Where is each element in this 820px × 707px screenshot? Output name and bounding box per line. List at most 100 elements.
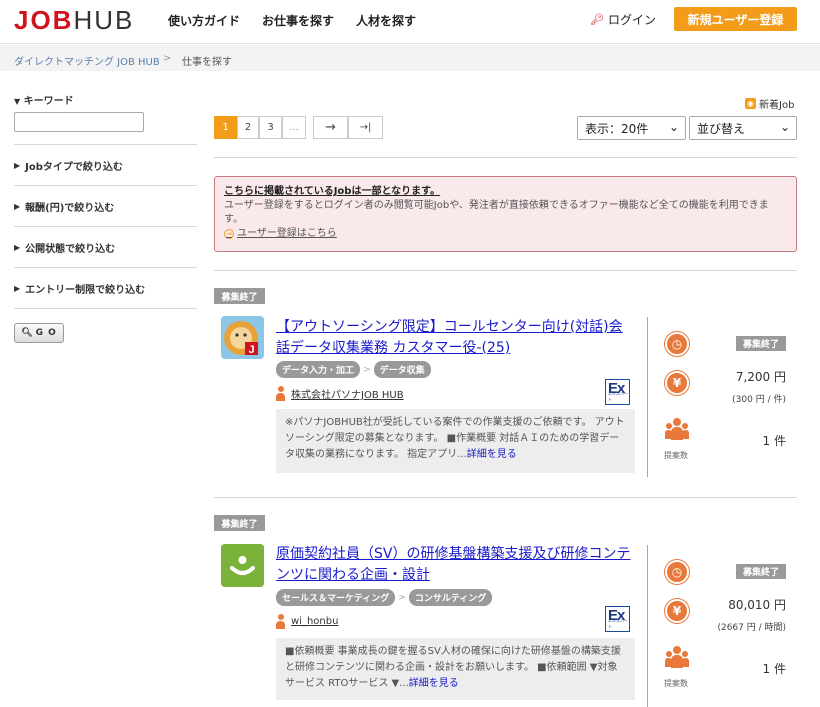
job-tags: セールス＆マーケティング > コンサルティング (276, 589, 493, 606)
display-count-select[interactable]: 表示：20件 ⌄ (577, 116, 686, 140)
tag[interactable]: セールス＆マーケティング (276, 589, 396, 606)
breadcrumb-home[interactable]: ダイレクトマッチング JOB HUB (14, 53, 160, 68)
jobhub-logo[interactable]: JOBHUB (14, 6, 134, 34)
divider (647, 317, 648, 477)
filter-label: 公開状態で絞り込む (25, 243, 116, 255)
triangle-right-icon: ▶ (14, 283, 21, 293)
company-link[interactable]: 株式会社パソナJOB HUB (276, 386, 404, 401)
ex-badge-caption: エキスパート (608, 391, 628, 402)
notice-title: こちらに掲載されているJobは一部となります。 (224, 186, 441, 197)
filter-label: Jobタイプで絞り込む (25, 161, 123, 173)
page-1-button[interactable]: 1 (214, 116, 237, 139)
notice-body: ユーザー登録をするとログイン者のみ閲覧可能Jobや、発注者が直接依頼できるオファ… (224, 200, 769, 225)
job-price: 7,200 円 (735, 370, 786, 384)
go-label: G O (35, 328, 57, 338)
job-description: ■依頼概要 事業成長の鍵を握るSV人材の確保に向けた研修基盤の構築支援と研修コン… (276, 638, 635, 700)
tag-separator: > (398, 592, 406, 603)
keyword-title[interactable]: ▼ キーワード (14, 92, 197, 107)
filter-reward[interactable]: ▶ 報酬(円)で絞り込む (14, 185, 197, 226)
divider (214, 270, 797, 271)
person-icon (276, 386, 285, 401)
rss-icon: ◉ (745, 98, 756, 109)
filter-label: 報酬(円)で絞り込む (25, 202, 115, 214)
company-link[interactable]: wi_honbu (276, 614, 338, 629)
next-page-button[interactable]: → (313, 116, 348, 139)
company-avatar[interactable]: J (221, 316, 264, 359)
keyword-input[interactable] (14, 112, 144, 132)
triangle-down-icon: ▼ (14, 97, 21, 106)
triangle-right-icon: ▶ (14, 160, 21, 170)
keyword-title-label: キーワード (23, 96, 74, 107)
company-name: wi_honbu (291, 616, 339, 627)
divider (214, 497, 797, 498)
breadcrumb-current: 仕事を探す (182, 57, 232, 68)
page-2-button[interactable]: 2 (237, 116, 259, 139)
smile-logo-icon (221, 544, 264, 587)
login-link[interactable]: 🔑︎ ログイン (590, 11, 656, 28)
tag[interactable]: コンサルティング (408, 589, 493, 606)
svg-text:J: J (249, 344, 255, 356)
more-link[interactable]: 詳細を見る (409, 678, 459, 689)
key-icon: 🔑︎ (590, 13, 604, 26)
proposals-label: 提案数 (664, 679, 688, 688)
register-link[interactable]: → ユーザー登録はこちら (224, 227, 787, 241)
logo-main-text: JOB (14, 5, 74, 35)
rss-link[interactable]: ◉ 新着Job (745, 96, 794, 111)
ex-badge-caption: エキスパート (608, 618, 628, 629)
people-icon (665, 646, 689, 668)
login-notice: こちらに掲載されているJobは一部となります。 ユーザー登録をするとログイン者の… (214, 176, 797, 252)
triangle-right-icon: ▶ (14, 201, 21, 211)
arrow-circle-icon: → (224, 229, 234, 239)
yen-icon: ¥ (665, 371, 689, 395)
job-price: 80,010 円 (728, 598, 786, 612)
triangle-right-icon: ▶ (14, 242, 21, 252)
logo-sub-text: HUB (73, 5, 135, 35)
description-text: ※パソナJOBHUB社が受託している案件での作業支援のご依頼です。 アウトソーシ… (285, 417, 625, 460)
tag[interactable]: データ収集 (373, 361, 431, 378)
breadcrumb: ダイレクトマッチング JOB HUB > 仕事を探す (0, 45, 820, 71)
tag-separator: > (363, 364, 371, 375)
last-page-button[interactable]: →| (348, 116, 383, 139)
sidebar: ▼ キーワード ▶ Jobタイプで絞り込む ▶ 報酬(円)で絞り込む ▶ 公開状… (14, 92, 197, 309)
filter-entry-limit[interactable]: ▶ エントリー制限で絞り込む (14, 267, 197, 308)
filter-job-type[interactable]: ▶ Jobタイプで絞り込む (14, 144, 197, 185)
proposals-count: 1 件 (762, 434, 786, 448)
status-badge: 募集終了 (736, 564, 786, 579)
register-button[interactable]: 新規ユーザー登録 (674, 7, 797, 31)
ex-badge-icon: Ex エキスパート (605, 379, 630, 405)
proposals-label: 提案数 (664, 451, 688, 460)
sort-select[interactable]: 並び替え ⌄ (689, 116, 797, 140)
nav-find-talent[interactable]: 人材を探す (356, 12, 416, 29)
person-icon (276, 614, 285, 629)
company-avatar[interactable] (221, 544, 264, 587)
nav-guide[interactable]: 使い方ガイド (168, 12, 240, 29)
job-title-link[interactable]: 【アウトソーシング限定】コールセンター向け(対話)会話データ収集業務 カスタマー… (276, 317, 636, 359)
clock-icon: ◷ (665, 332, 689, 356)
more-link[interactable]: 詳細を見る (467, 449, 517, 460)
breadcrumb-separator: > (163, 53, 172, 64)
job-price-unit: (300 円 / 件) (732, 395, 786, 405)
chevron-down-icon: ⌄ (779, 120, 790, 134)
filter-public-status[interactable]: ▶ 公開状態で絞り込む (14, 226, 197, 267)
proposals-count: 1 件 (762, 662, 786, 676)
lion-mascot-icon: J (221, 316, 264, 359)
job-tags: データ入力・加工 > データ収集 (276, 361, 431, 378)
page-ellipsis: ... (282, 116, 306, 139)
nav-find-jobs[interactable]: お仕事を探す (262, 12, 334, 29)
job-description: ※パソナJOBHUB社が受託している案件での作業支援のご依頼です。 アウトソーシ… (276, 409, 635, 473)
login-label: ログイン (607, 13, 656, 27)
sort-value: 並び替え (697, 121, 746, 136)
page-3-button[interactable]: 3 (259, 116, 282, 139)
yen-icon: ¥ (665, 599, 689, 623)
job-price-unit: (2667 円 / 時間) (717, 623, 786, 633)
status-badge: 募集終了 (214, 515, 265, 531)
job-title-link[interactable]: 原価契約社員（SV）の研修基盤構築支援及び研修コンテンツに関わる企画・設計 (276, 544, 636, 586)
tag[interactable]: データ入力・加工 (276, 361, 361, 378)
divider (647, 545, 648, 707)
go-button[interactable]: 🔍︎ G O (14, 323, 64, 343)
sidebar-divider (14, 308, 197, 309)
clock-icon: ◷ (665, 560, 689, 584)
status-badge: 募集終了 (214, 288, 265, 304)
search-icon: 🔍︎ (21, 328, 34, 338)
people-icon (665, 418, 689, 440)
